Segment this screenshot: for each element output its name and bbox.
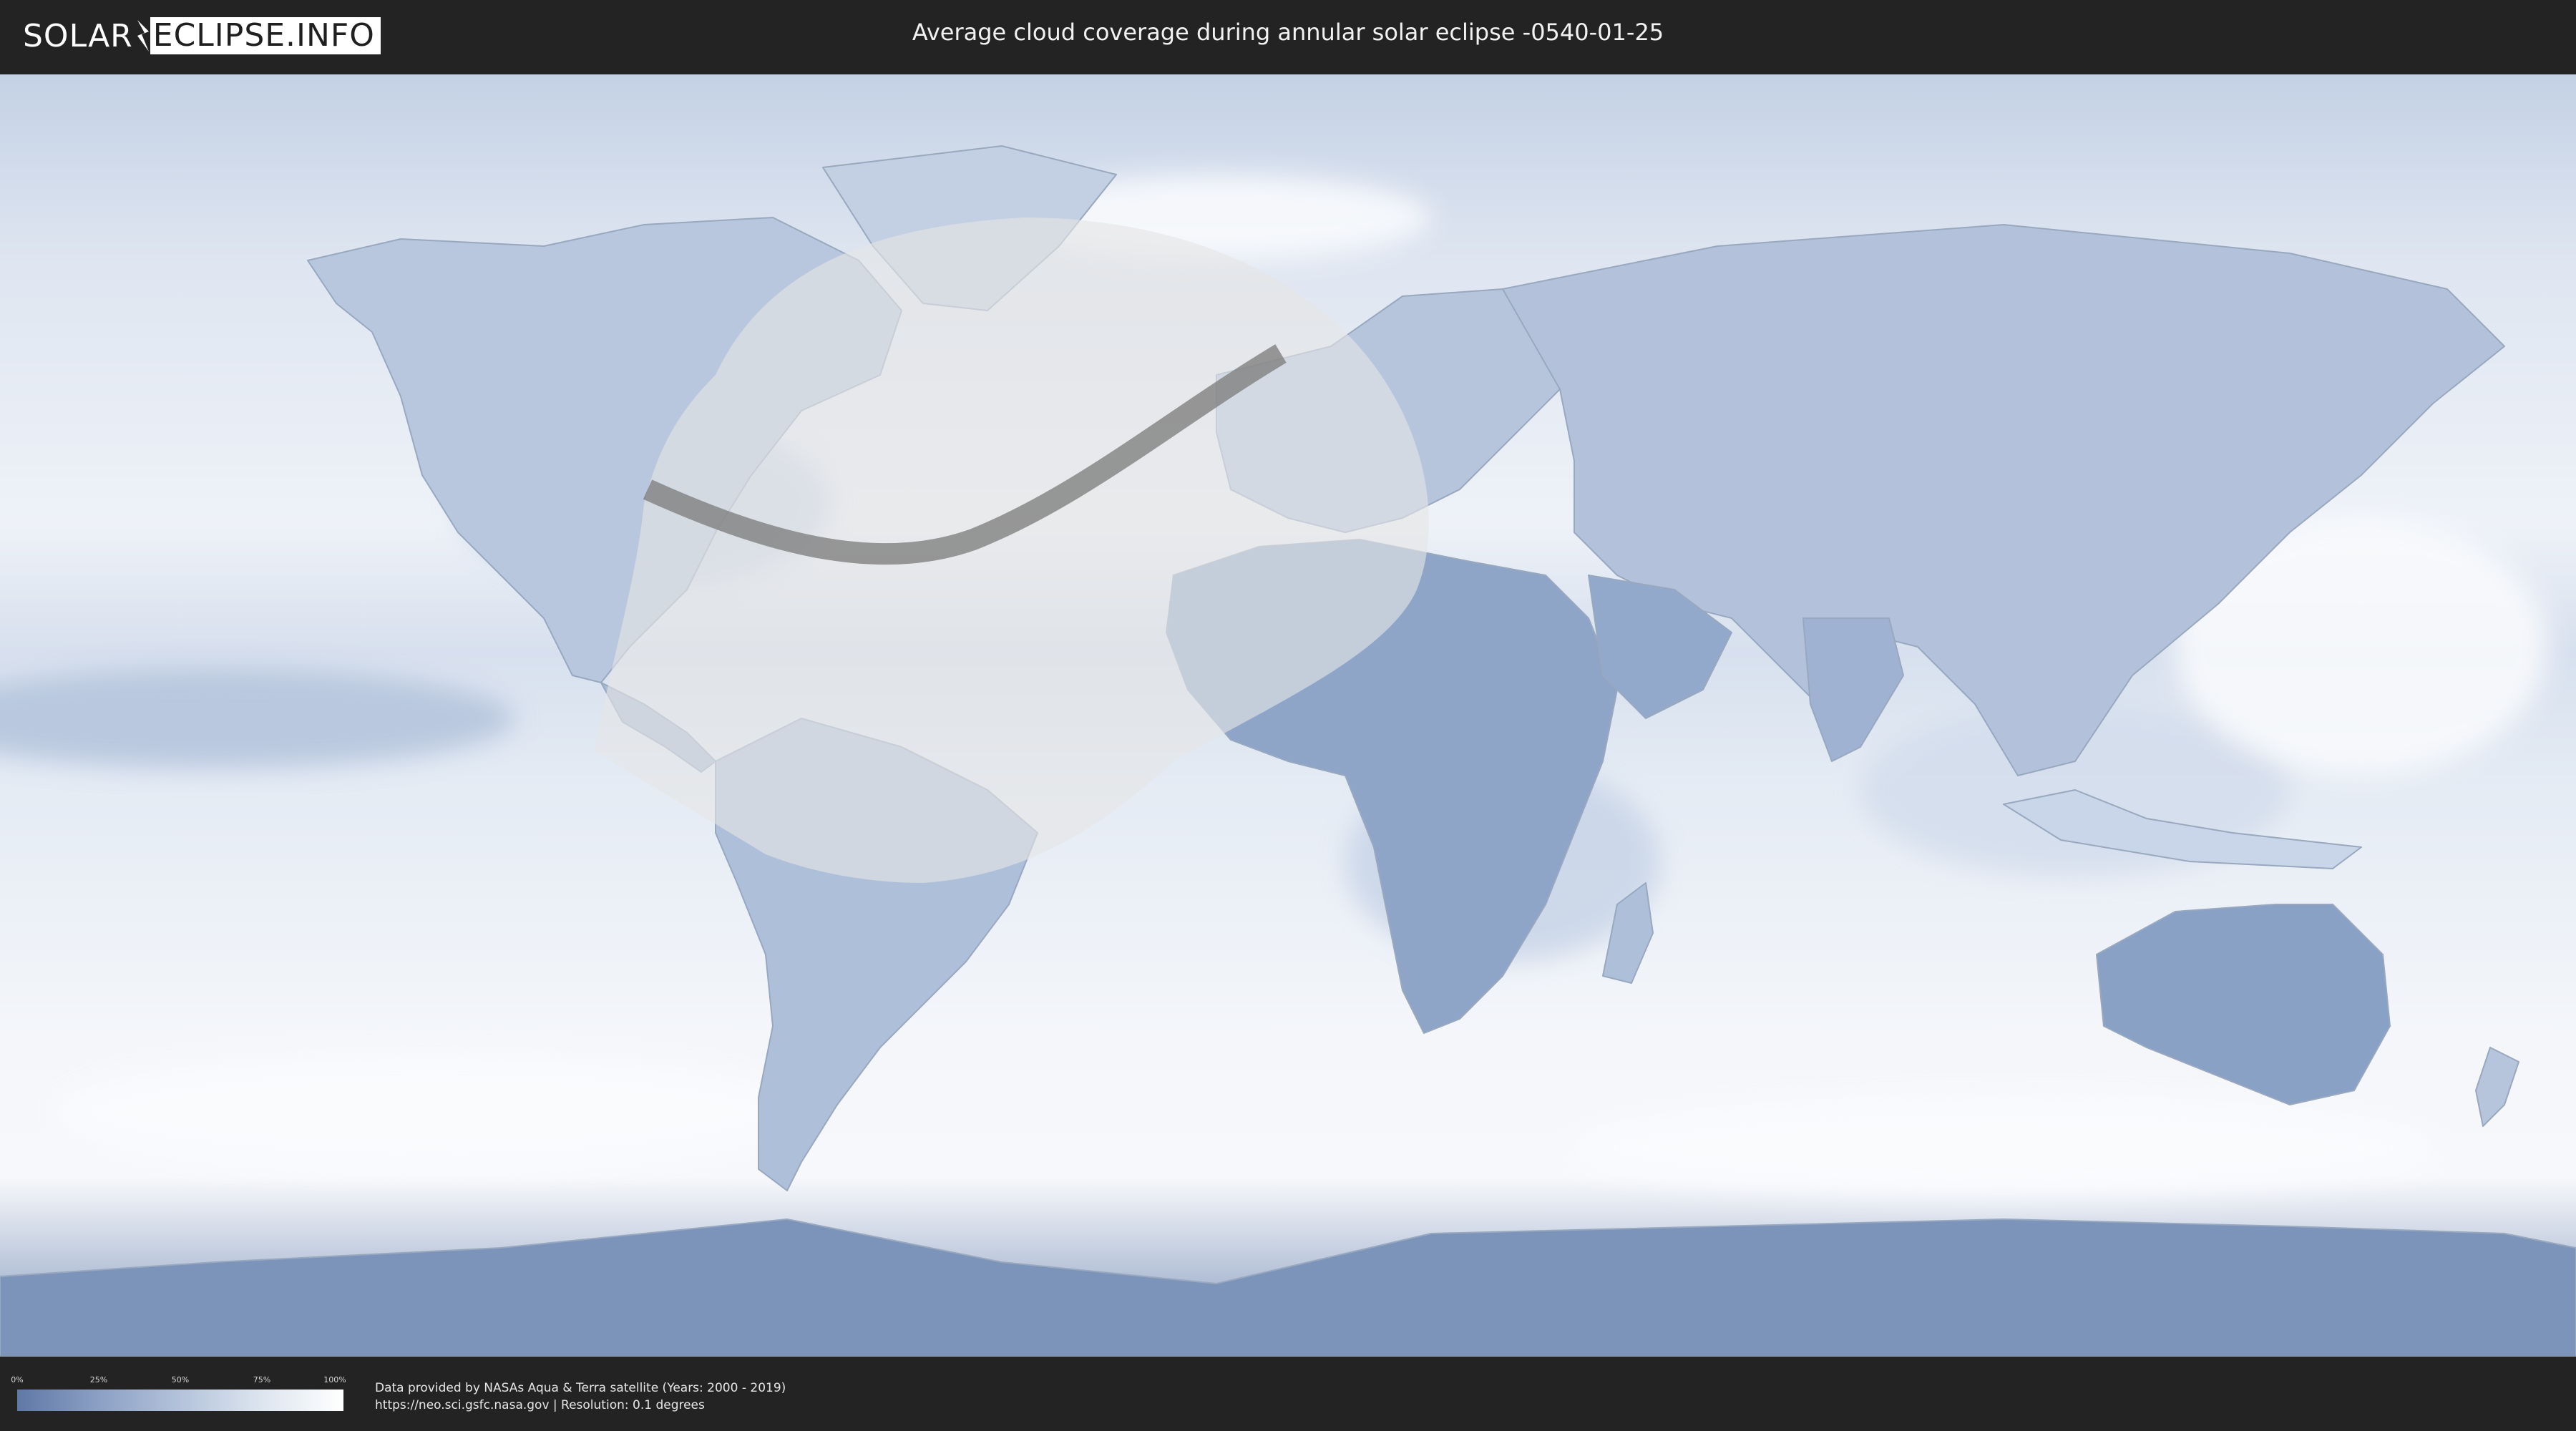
data-credits: Data provided by NASAs Aqua & Terra sate…	[375, 1379, 786, 1414]
cloud-coverage-legend: 0% 25% 50% 75% 100%	[11, 1375, 346, 1411]
legend-tick-100: 100%	[323, 1375, 346, 1384]
legend-tick-50: 50%	[171, 1375, 190, 1384]
credit-line-source: Data provided by NASAs Aqua & Terra sate…	[375, 1381, 786, 1395]
cloud-coverage-map[interactable]	[0, 74, 2576, 1357]
legend-tick-25: 25%	[89, 1375, 108, 1384]
credit-line-url[interactable]: https://neo.sci.gsfc.nasa.gov | Resoluti…	[375, 1397, 786, 1414]
header-bar: SOLAR ECLIPSE.INFO Average cloud coverag…	[0, 0, 2576, 72]
footer-bar: 0% 25% 50% 75% 100% Data provided by NAS…	[0, 1357, 2576, 1431]
page-title: Average cloud coverage during annular so…	[912, 19, 1664, 46]
legend-gradient-bar	[17, 1390, 343, 1411]
legend-tick-0: 0%	[11, 1375, 24, 1384]
legend-tick-75: 75%	[253, 1375, 271, 1384]
world-map	[0, 74, 2576, 1357]
